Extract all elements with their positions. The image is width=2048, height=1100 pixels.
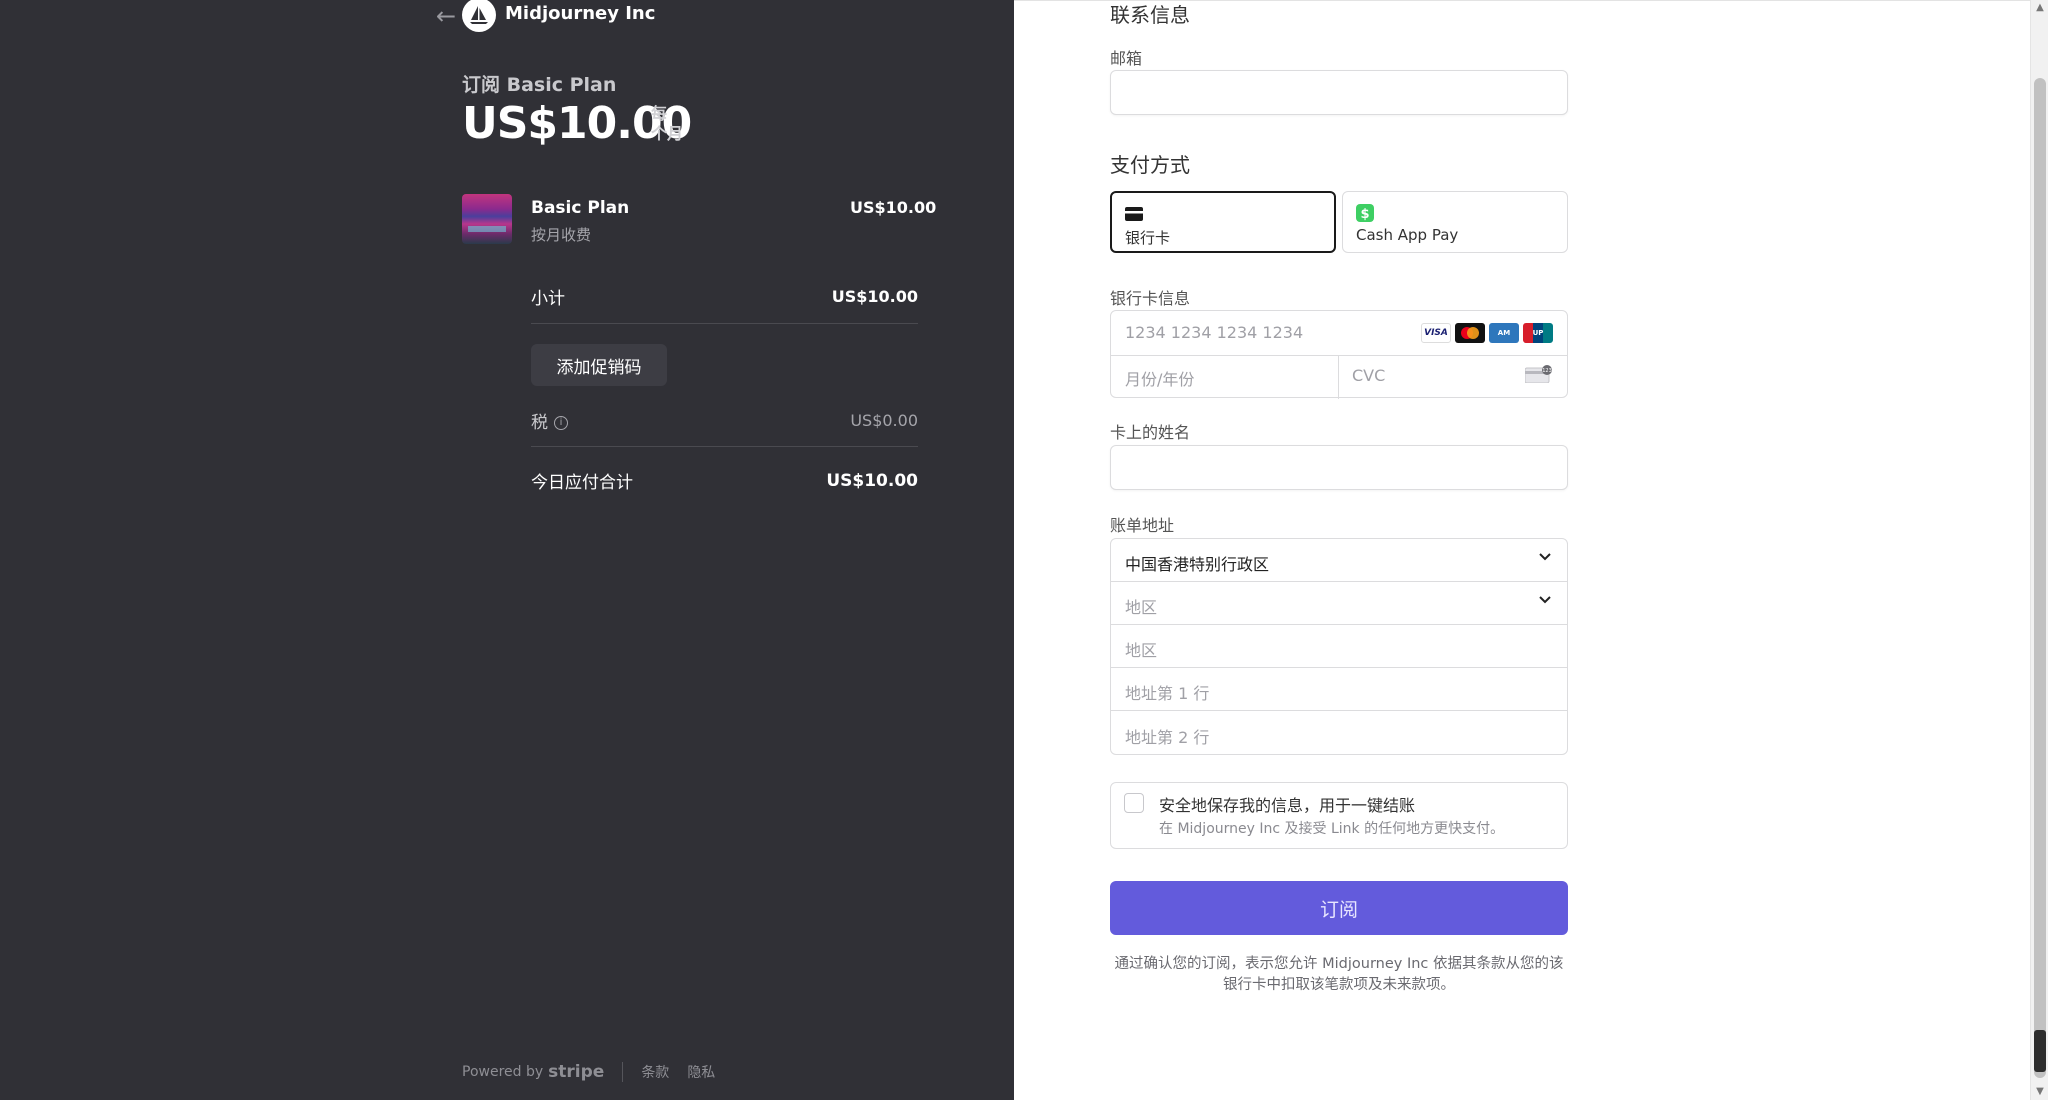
cash-app-icon: $ bbox=[1356, 204, 1374, 222]
email-field[interactable] bbox=[1110, 70, 1568, 115]
tax-value: US$0.00 bbox=[850, 411, 918, 430]
divider bbox=[1338, 355, 1339, 399]
line-item-name: Basic Plan bbox=[531, 198, 630, 218]
address-line-1-input[interactable]: 地址第 1 行 bbox=[1111, 668, 1567, 711]
save-info-title: 安全地保存我的信息，用于一键结账 bbox=[1159, 796, 1416, 815]
scrollbar-marker bbox=[2034, 1030, 2046, 1072]
footer: Powered by stripe 条款 隐私 bbox=[462, 1062, 733, 1082]
card-info-group: 1234 1234 1234 1234 VISA AM UP 月份/年份 CVC… bbox=[1110, 310, 1568, 399]
tax-label-wrap: 税i bbox=[531, 408, 568, 433]
divider bbox=[531, 323, 918, 324]
amex-icon: AM bbox=[1489, 323, 1519, 343]
billing-period: 每 个月 bbox=[651, 104, 691, 144]
payment-method-cashapp[interactable]: $ Cash App Pay bbox=[1342, 191, 1568, 253]
scrollbar[interactable]: ▲ ▼ bbox=[2030, 0, 2048, 1100]
payment-method-title: 支付方式 bbox=[1110, 153, 1190, 177]
unionpay-icon: UP bbox=[1523, 323, 1553, 343]
billing-address-group: 中国香港特别行政区 地区 地区 地址第 1 行 地址第 2 行 bbox=[1110, 538, 1568, 755]
chevron-down-icon bbox=[1539, 553, 1551, 561]
country-select[interactable]: 中国香港特别行政区 bbox=[1111, 539, 1567, 582]
plan-thumbnail-image bbox=[462, 194, 512, 244]
tax-row: 税i US$0.00 bbox=[531, 408, 918, 433]
cardholder-name-label: 卡上的姓名 bbox=[1110, 423, 1191, 442]
credit-card-icon bbox=[1125, 207, 1143, 221]
contact-info-title: 联系信息 bbox=[1110, 3, 1190, 27]
tax-label: 税 bbox=[531, 413, 548, 433]
save-info-checkbox[interactable] bbox=[1124, 793, 1144, 813]
region-select[interactable]: 地区 bbox=[1111, 582, 1567, 625]
card-brands: VISA AM UP bbox=[1421, 323, 1553, 343]
terms-text: 通过确认您的订阅，表示您允许 Midjourney Inc 依据其条款从您的该银… bbox=[1114, 956, 1564, 993]
merchant-logo bbox=[462, 0, 496, 32]
info-icon[interactable]: i bbox=[554, 416, 568, 430]
scroll-down-icon[interactable]: ▼ bbox=[2031, 1084, 2048, 1100]
order-summary-panel: ← Midjourney Inc 订阅 Basic Plan US$10.00 … bbox=[0, 0, 1014, 1100]
period-line-1: 每 bbox=[651, 104, 668, 123]
add-promo-code-button[interactable]: 添加促销码 bbox=[531, 344, 667, 386]
terms-link[interactable]: 条款 bbox=[641, 1062, 669, 1082]
scrollbar-thumb[interactable] bbox=[2034, 78, 2046, 1078]
email-label: 邮箱 bbox=[1110, 49, 1143, 68]
subscribe-button[interactable]: 订阅 bbox=[1110, 881, 1568, 935]
card-info-label: 银行卡信息 bbox=[1110, 289, 1191, 308]
address-line-1-placeholder: 地址第 1 行 bbox=[1125, 684, 1210, 703]
period-line-2: 个月 bbox=[651, 124, 684, 143]
save-info-box: 安全地保存我的信息，用于一键结账 在 Midjourney Inc 及接受 Li… bbox=[1110, 782, 1568, 849]
billing-address-label: 账单地址 bbox=[1110, 516, 1175, 535]
cvc-card-icon: 123 bbox=[1525, 365, 1552, 383]
payment-method-cashapp-label: Cash App Pay bbox=[1356, 226, 1459, 244]
scroll-up-icon[interactable]: ▲ bbox=[2031, 0, 2048, 16]
stripe-logo[interactable]: stripe bbox=[548, 1062, 604, 1082]
district-input[interactable]: 地区 bbox=[1111, 625, 1567, 668]
chevron-down-icon bbox=[1539, 596, 1551, 604]
address-line-2-placeholder: 地址第 2 行 bbox=[1125, 728, 1210, 747]
privacy-link[interactable]: 隐私 bbox=[687, 1062, 715, 1082]
line-item-price: US$10.00 bbox=[850, 198, 937, 217]
cvc-input[interactable]: CVC bbox=[1352, 366, 1385, 385]
line-item-billing: 按月收费 bbox=[531, 226, 592, 244]
district-placeholder: 地区 bbox=[1125, 641, 1158, 660]
save-info-subtitle: 在 Midjourney Inc 及接受 Link 的任何地方更快支付。 bbox=[1159, 821, 1505, 837]
total-value: US$10.00 bbox=[826, 470, 918, 491]
subtotal-row: 小计 US$10.00 bbox=[531, 284, 918, 309]
subtotal-value: US$10.00 bbox=[831, 287, 918, 306]
country-value: 中国香港特别行政区 bbox=[1125, 555, 1270, 574]
region-select-placeholder: 地区 bbox=[1125, 598, 1158, 617]
subtotal-label: 小计 bbox=[531, 289, 565, 309]
expiry-input[interactable]: 月份/年份 bbox=[1125, 366, 1194, 390]
payment-form-panel: 联系信息 邮箱 支付方式 银行卡 $ Cash App Pay 银行卡信息 12… bbox=[1014, 0, 2030, 1100]
svg-text:123: 123 bbox=[1542, 368, 1552, 374]
mastercard-icon bbox=[1455, 323, 1485, 343]
powered-by-text: Powered by bbox=[462, 1064, 544, 1080]
address-line-2-input[interactable]: 地址第 2 行 bbox=[1111, 712, 1567, 755]
footer-separator bbox=[622, 1062, 624, 1082]
cardholder-name-field[interactable] bbox=[1110, 445, 1568, 490]
card-number-input[interactable]: 1234 1234 1234 1234 bbox=[1125, 323, 1303, 342]
merchant-name: Midjourney Inc bbox=[505, 3, 656, 24]
payment-method-card[interactable]: 银行卡 bbox=[1110, 191, 1336, 253]
total-label: 今日应付合计 bbox=[531, 473, 633, 493]
visa-icon: VISA bbox=[1421, 323, 1451, 343]
total-row: 今日应付合计 US$10.00 bbox=[531, 468, 918, 494]
payment-method-card-label: 银行卡 bbox=[1125, 229, 1171, 247]
divider bbox=[1111, 355, 1567, 356]
divider bbox=[531, 446, 918, 447]
svg-text:$: $ bbox=[1360, 207, 1369, 222]
sailboat-icon bbox=[470, 6, 488, 24]
plan-subscribe-label: 订阅 Basic Plan bbox=[462, 74, 617, 96]
back-arrow-icon[interactable]: ← bbox=[436, 2, 456, 30]
